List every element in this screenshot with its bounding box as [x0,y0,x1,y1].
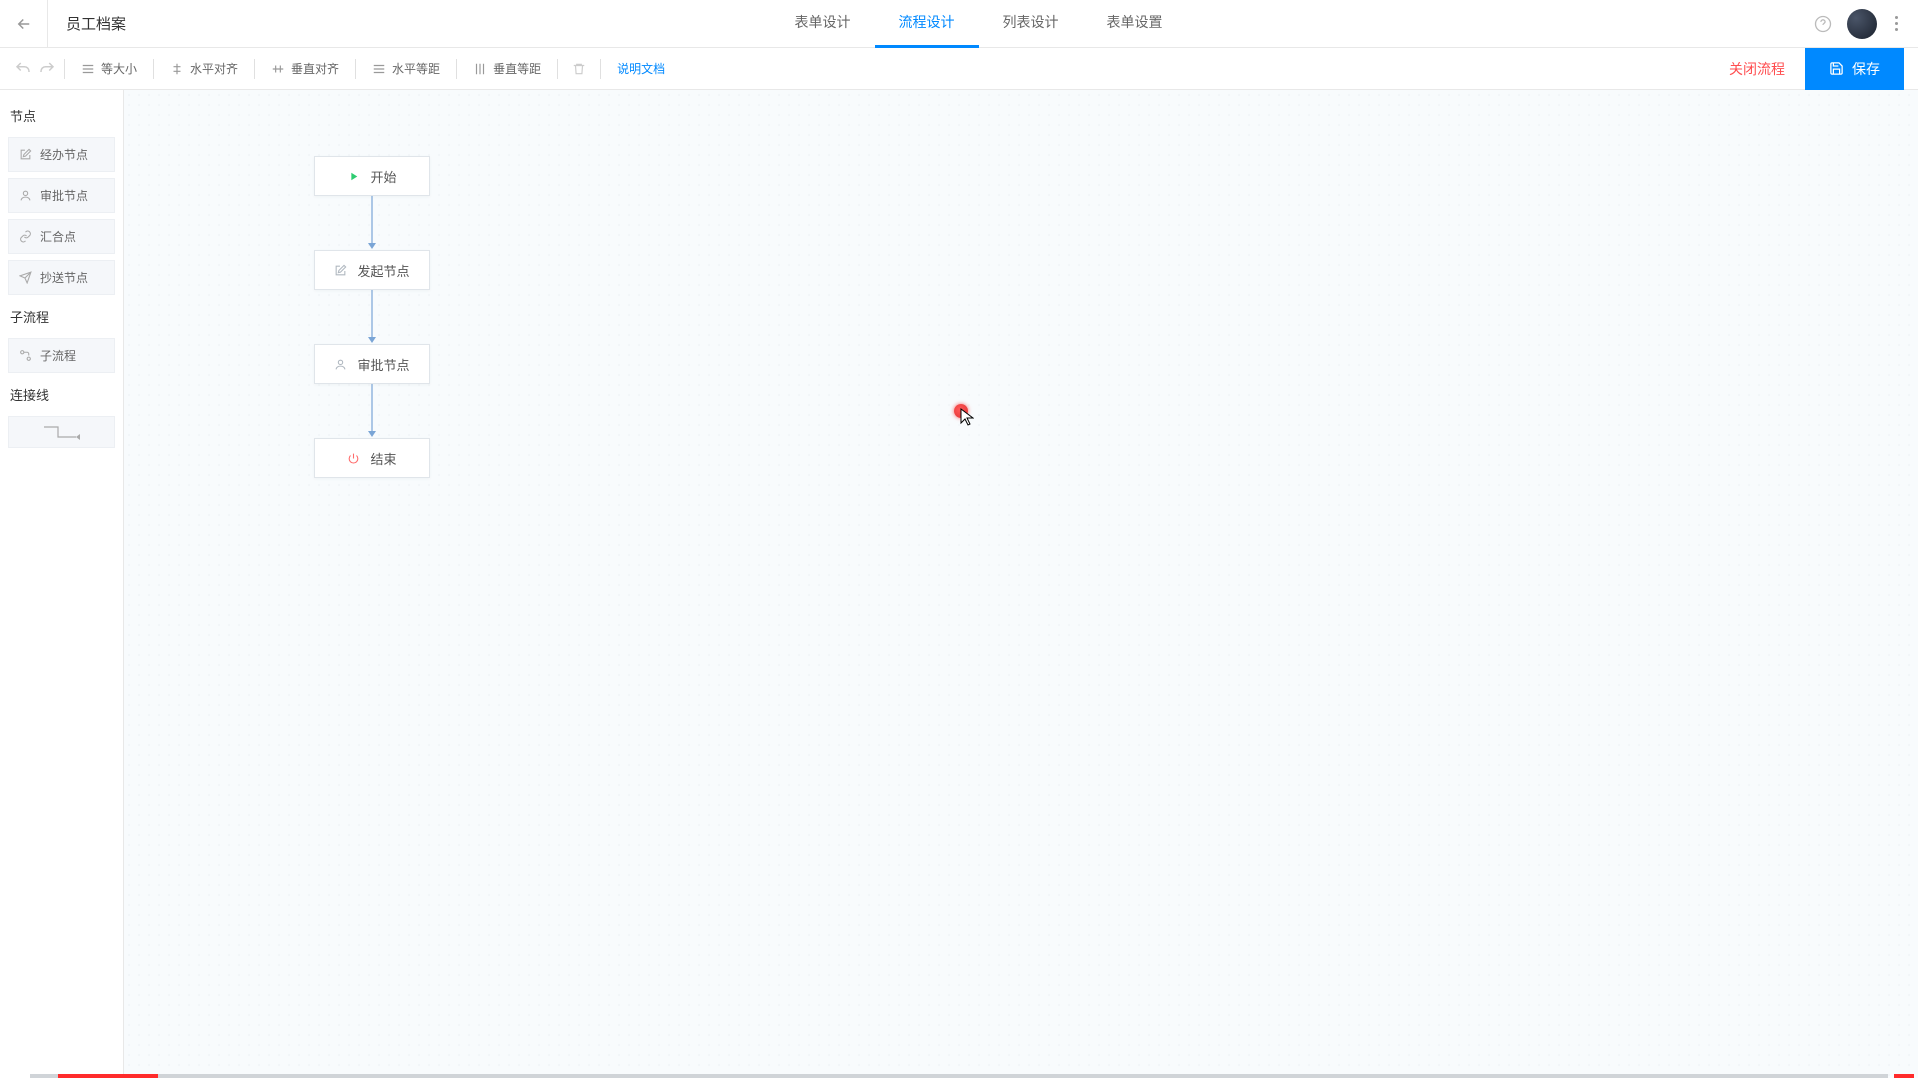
align-horizontal-icon [170,62,184,76]
redo-icon[interactable] [38,60,56,78]
save-label: 保存 [1852,59,1880,79]
send-icon [19,271,32,284]
connector-icon [42,423,82,441]
arrow-left-icon [15,15,33,33]
distribute-horizontal-button[interactable]: 水平等距 [364,56,448,81]
back-button[interactable] [0,0,48,48]
sidebar: 节点 经办节点 审批节点 汇合点 抄送节点 子流程 子流程 连接线 [0,90,124,1078]
tab-form-settings[interactable]: 表单设置 [1083,0,1187,48]
save-button[interactable]: 保存 [1805,48,1904,90]
doc-link[interactable]: 说明文档 [609,60,673,77]
align-horizontal-button[interactable]: 水平对齐 [162,56,246,81]
sidebar-item-connector[interactable] [8,416,115,448]
toolbar-label: 水平对齐 [190,60,238,77]
header-tabs: 表单设计 流程设计 列表设计 表单设置 [144,0,1813,48]
node-label: 开始 [370,167,396,186]
more-menu-icon[interactable] [1891,16,1902,31]
sidebar-item-merge-node[interactable]: 汇合点 [8,219,115,254]
tab-flow-design[interactable]: 流程设计 [875,0,979,48]
power-icon [347,452,360,465]
subflow-icon [19,349,32,362]
toolbar-label: 垂直对齐 [291,60,339,77]
user-icon [334,358,347,371]
tab-form-design[interactable]: 表单设计 [771,0,875,48]
toolbar-separator [456,59,457,79]
node-label: 审批节点 [357,355,409,374]
toolbar-separator [64,59,65,79]
align-vertical-icon [271,62,285,76]
toolbar-separator [355,59,356,79]
header-right [1813,9,1918,39]
toolbar-separator [600,59,601,79]
equal-size-button[interactable]: 等大小 [73,56,145,81]
toolbar-separator [254,59,255,79]
toolbar-separator [153,59,154,79]
save-icon [1829,61,1844,76]
sidebar-item-label: 子流程 [40,347,76,364]
toolbar: 等大小 水平对齐 垂直对齐 水平等距 垂直等距 说明文档 关闭流程 保存 [0,48,1918,90]
tab-label: 表单设计 [795,12,851,32]
play-icon [347,170,360,183]
sidebar-item-subflow[interactable]: 子流程 [8,338,115,373]
edit-icon [19,148,32,161]
sidebar-item-handle-node[interactable]: 经办节点 [8,137,115,172]
sidebar-item-label: 抄送节点 [40,269,88,286]
header: 员工档案 表单设计 流程设计 列表设计 表单设置 [0,0,1918,48]
tab-label: 列表设计 [1003,12,1059,32]
sidebar-item-approve-node[interactable]: 审批节点 [8,178,115,213]
close-flow-button[interactable]: 关闭流程 [1709,59,1805,79]
flow-node-initiate[interactable]: 发起节点 [314,250,430,290]
avatar[interactable] [1847,9,1877,39]
page-title: 员工档案 [48,13,144,34]
toolbar-label: 水平等距 [392,60,440,77]
body: 节点 经办节点 审批节点 汇合点 抄送节点 子流程 子流程 连接线 [0,90,1918,1078]
tab-list-design[interactable]: 列表设计 [979,0,1083,48]
toolbar-label: 垂直等距 [493,60,541,77]
node-label: 发起节点 [357,261,409,280]
cursor-icon [960,408,974,426]
sidebar-item-label: 经办节点 [40,146,88,163]
distribute-horizontal-icon [372,62,386,76]
align-vertical-button[interactable]: 垂直对齐 [263,56,347,81]
flow-node-end[interactable]: 结束 [314,438,430,478]
sidebar-section-subflow: 子流程 [8,301,115,332]
node-label: 结束 [370,449,396,468]
sidebar-section-nodes: 节点 [8,100,115,131]
equal-size-icon [81,62,95,76]
help-icon[interactable] [1813,14,1833,34]
flow-canvas[interactable]: 开始 发起节点 审批节点 结束 [124,90,1918,1078]
flow-node-approve[interactable]: 审批节点 [314,344,430,384]
tab-label: 表单设置 [1107,12,1163,32]
edit-icon [334,264,347,277]
flow-arrow [368,196,376,250]
undo-icon[interactable] [14,60,32,78]
sidebar-section-connector: 连接线 [8,379,115,410]
flow-node-start[interactable]: 开始 [314,156,430,196]
link-icon [19,230,32,243]
sidebar-item-cc-node[interactable]: 抄送节点 [8,260,115,295]
user-icon [19,189,32,202]
sidebar-item-label: 审批节点 [40,187,88,204]
toolbar-label: 等大小 [101,60,137,77]
delete-icon[interactable] [566,62,592,76]
distribute-vertical-button[interactable]: 垂直等距 [465,56,549,81]
toolbar-separator [557,59,558,79]
tab-label: 流程设计 [899,12,955,32]
flow-arrow [368,290,376,344]
sidebar-item-label: 汇合点 [40,228,76,245]
distribute-vertical-icon [473,62,487,76]
flow-arrow [368,384,376,438]
